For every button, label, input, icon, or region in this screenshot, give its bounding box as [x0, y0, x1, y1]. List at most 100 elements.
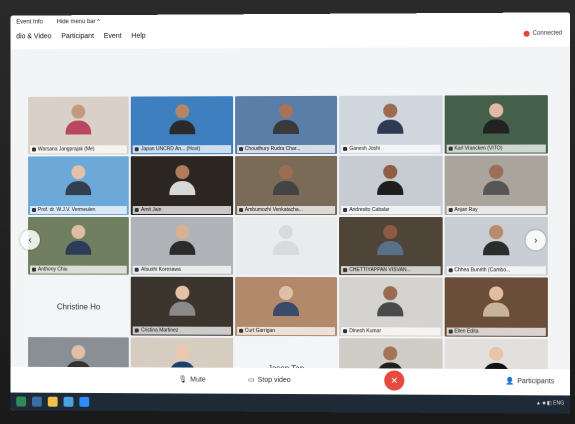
mute-button[interactable]: 🎙 Mute — [178, 375, 205, 383]
connected-dot-icon — [523, 30, 530, 37]
participant-tile[interactable]: Choudhury Rudra Char... — [234, 95, 338, 155]
participants-label: Participants — [517, 377, 555, 385]
menu-item-event[interactable]: Event — [104, 33, 122, 40]
participant-name-label: Amit Jain — [133, 205, 231, 214]
microphone-icon — [238, 207, 243, 212]
participant-name: Choudhury Rudra Char... — [244, 146, 301, 153]
microphone-icon — [135, 147, 140, 152]
menu-item-participant[interactable]: Participant — [61, 33, 94, 40]
participant-head — [278, 164, 293, 179]
participant-head — [71, 225, 86, 239]
zoom-icon[interactable] — [79, 396, 90, 407]
participant-head — [383, 285, 398, 300]
participant-name: Ganesh Joshi — [349, 146, 380, 153]
participant-name: Cristina Martinez — [141, 327, 179, 334]
participant-tile[interactable]: Dinesh Kumar — [339, 277, 443, 337]
participant-tile[interactable]: Ellen Edita — [444, 277, 548, 337]
participant-head — [71, 165, 86, 179]
microphone-icon — [32, 207, 36, 212]
participant-video — [272, 225, 299, 256]
participant-head — [71, 104, 86, 119]
participant-name: Amit Jain — [141, 206, 162, 213]
participant-body — [377, 120, 404, 135]
participant-head — [175, 225, 189, 240]
participant-video — [272, 104, 299, 135]
app-icon[interactable] — [32, 396, 42, 407]
participant-body — [377, 180, 404, 195]
microphone-icon — [135, 267, 140, 272]
participant-head — [383, 103, 398, 119]
participant-name-label: Warsana Jangprajak (Me) — [30, 145, 128, 154]
participant-body — [272, 120, 299, 135]
participants-button[interactable]: 👤 Participants — [505, 377, 555, 386]
participant-tile[interactable]: Ambumozhi Venkatacha... — [234, 156, 338, 215]
participant-tile[interactable]: Andresito Cabalar — [339, 156, 443, 215]
participant-tile[interactable]: Ganesh Joshi — [339, 95, 443, 155]
participant-name: CHETTIYAPPAN VISVAN... — [349, 267, 411, 274]
connection-status: Connected — [523, 31, 562, 37]
menu-item-audio-video[interactable]: dio & Video — [16, 33, 51, 40]
microphone-icon — [343, 147, 348, 152]
participant-video — [272, 164, 299, 195]
start-icon[interactable] — [16, 396, 27, 407]
participant-body — [65, 240, 92, 255]
participant-head — [175, 164, 189, 179]
menu-item-help[interactable]: Help — [131, 33, 145, 40]
participant-head — [488, 103, 504, 118]
participant-name: Ellen Edita — [454, 328, 479, 335]
participant-video — [377, 164, 404, 195]
participant-tile[interactable]: Japan UNCRD An... (Host) — [131, 96, 233, 155]
close-icon: ✕ — [390, 374, 399, 386]
participant-tile[interactable]: Karl Vrancken (VITO) — [444, 95, 548, 155]
hide-menu-bar-button[interactable]: Hide menu bar ^ — [57, 19, 100, 25]
participant-name-label: Andresito Cabalar — [341, 205, 441, 214]
participant-tile[interactable]: Anjan Ray — [444, 155, 548, 215]
participant-tile[interactable]: Warsana Jangprajak (Me) — [28, 96, 130, 155]
next-page-button[interactable]: › — [525, 230, 546, 251]
participant-tile[interactable]: Anthony Chiu — [28, 216, 130, 275]
mute-label: Mute — [190, 376, 206, 384]
participant-body — [482, 119, 510, 134]
participant-head — [488, 225, 504, 240]
participant-name-label: Cristina Martinez — [133, 326, 231, 335]
prev-page-button[interactable]: ‹ — [20, 229, 40, 250]
chevron-right-icon: › — [533, 234, 538, 246]
participant-tile[interactable]: Atsushi Koresawa — [131, 216, 233, 276]
participant-video — [482, 103, 510, 134]
folder-icon[interactable] — [47, 396, 58, 407]
participant-tile[interactable] — [234, 216, 338, 276]
participant-head — [278, 104, 293, 119]
participant-name-label: Choudhury Rudra Char... — [236, 145, 336, 154]
stop-video-label: Stop video — [257, 376, 291, 384]
participant-body — [377, 241, 404, 256]
microphone-icon — [135, 328, 140, 333]
microphone-icon — [135, 207, 140, 212]
microphone-icon — [32, 147, 36, 152]
microphone-icon — [343, 207, 348, 212]
participant-name: Prof. dr. W.J.V. Vermeulen — [37, 206, 96, 213]
participant-tile[interactable]: Cristina Martinez — [131, 276, 233, 336]
participant-name: Dinesh Kumar — [349, 327, 382, 334]
participant-body — [169, 180, 195, 195]
participant-tile[interactable]: Amit Jain — [131, 156, 233, 215]
participant-video — [65, 165, 92, 195]
participant-name-label: Japan UNCRD An... (Host) — [133, 145, 231, 154]
participants-icon: 👤 — [505, 378, 515, 386]
participant-head — [175, 104, 189, 119]
participant-tile[interactable]: Curt Garrigan — [234, 277, 338, 336]
microphone-icon — [238, 147, 243, 152]
browser-icon[interactable] — [63, 396, 74, 407]
participant-name: Anthony Chiu — [37, 266, 68, 273]
stop-video-button[interactable]: ▭ Stop video — [248, 376, 291, 384]
participant-video — [272, 285, 299, 316]
participant-body — [65, 180, 92, 195]
participant-head — [383, 225, 398, 240]
participant-tile[interactable]: Prof. dr. W.J.V. Vermeulen — [28, 156, 130, 215]
participant-tile[interactable]: CHETTIYAPPAN VISVAN... — [339, 216, 443, 276]
participant-tile[interactable]: Christine Ho — [28, 276, 130, 336]
participant-head — [71, 345, 86, 360]
event-info-link[interactable]: Event Info — [16, 19, 43, 25]
participant-head — [488, 285, 504, 301]
participant-video — [482, 164, 510, 195]
end-call-button[interactable]: ✕ — [384, 370, 405, 391]
